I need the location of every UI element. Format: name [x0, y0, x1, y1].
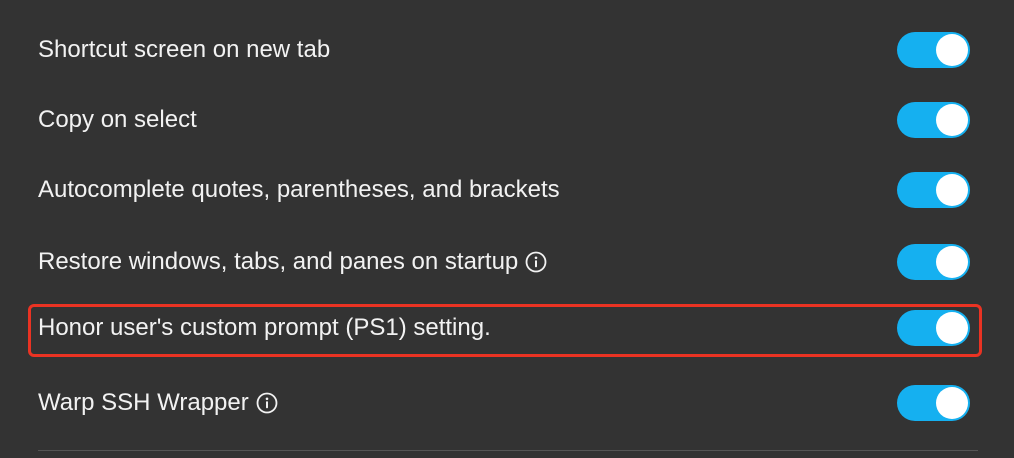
- settings-panel: Shortcut screen on new tab Copy on selec…: [0, 0, 1014, 458]
- setting-label-wrap: Autocomplete quotes, parentheses, and br…: [38, 175, 560, 205]
- setting-label-wrap: Copy on select: [38, 105, 197, 135]
- setting-row-restore-windows: Restore windows, tabs, and panes on star…: [38, 242, 970, 282]
- setting-label-warp-ssh: Warp SSH Wrapper: [38, 389, 249, 416]
- setting-label-restore-windows: Restore windows, tabs, and panes on star…: [38, 248, 519, 275]
- info-circle-icon[interactable]: [256, 392, 278, 414]
- setting-label-honor-ps1: Honor user's custom prompt (PS1) setting…: [38, 314, 491, 341]
- autocomplete-toggle[interactable]: [897, 172, 970, 208]
- warp-ssh-wrapper-toggle[interactable]: [897, 385, 970, 421]
- copy-on-select-toggle[interactable]: [897, 102, 970, 138]
- toggle-knob: [936, 387, 968, 419]
- setting-label-wrap: Honor user's custom prompt (PS1) setting…: [38, 313, 491, 343]
- setting-label-shortcut-screen: Shortcut screen on new tab: [38, 36, 331, 63]
- setting-row-honor-ps1: Honor user's custom prompt (PS1) setting…: [38, 308, 970, 348]
- section-divider: [38, 450, 978, 451]
- info-circle-icon[interactable]: [525, 251, 547, 273]
- honor-ps1-toggle[interactable]: [897, 310, 970, 346]
- restore-windows-toggle[interactable]: [897, 244, 970, 280]
- setting-label-wrap: Shortcut screen on new tab: [38, 35, 330, 65]
- toggle-knob: [936, 104, 968, 136]
- toggle-knob: [936, 174, 968, 206]
- toggle-knob: [936, 34, 968, 66]
- setting-label-autocomplete: Autocomplete quotes, parentheses, and br…: [38, 176, 560, 203]
- setting-row-warp-ssh: Warp SSH Wrapper: [38, 383, 970, 423]
- toggle-knob: [936, 312, 968, 344]
- setting-row-autocomplete: Autocomplete quotes, parentheses, and br…: [38, 170, 970, 210]
- setting-label-copy-on-select: Copy on select: [38, 106, 197, 133]
- toggle-knob: [936, 246, 968, 278]
- setting-row-copy-on-select: Copy on select: [38, 100, 970, 140]
- shortcut-screen-toggle[interactable]: [897, 32, 970, 68]
- setting-label-wrap: Warp SSH Wrapper: [38, 388, 278, 418]
- setting-label-wrap: Restore windows, tabs, and panes on star…: [38, 247, 547, 277]
- setting-row-shortcut-screen: Shortcut screen on new tab: [38, 30, 970, 70]
